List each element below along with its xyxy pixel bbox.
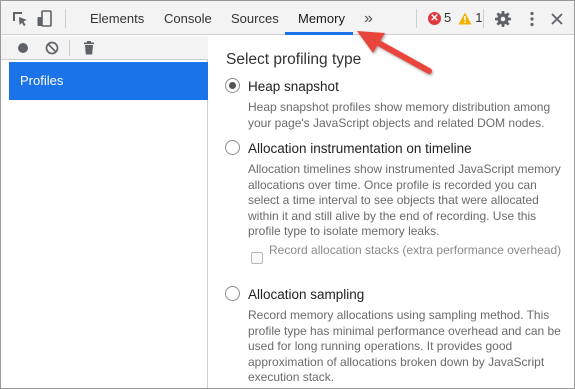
tab-memory[interactable]: Memory bbox=[296, 1, 347, 35]
devtools-tabbar: Elements Console Sources Memory » ✕ 5 1 bbox=[1, 1, 574, 35]
option-label-allocation-instrumentation[interactable]: Allocation instrumentation on timeline bbox=[248, 141, 472, 156]
toolbar-divider bbox=[69, 40, 70, 56]
option-description-allocation-instrumentation: Allocation timelines show instrumented J… bbox=[248, 162, 561, 239]
option-description-allocation-sampling: Record memory allocations using sampling… bbox=[248, 308, 561, 385]
profiling-type-panel: Select profiling type Heap snapshot Heap… bbox=[209, 36, 574, 388]
option-description-heap-snapshot: Heap snapshot profiles show memory distr… bbox=[248, 100, 551, 130]
profiles-sidebar: Profiles bbox=[1, 60, 208, 388]
tab-console[interactable]: Console bbox=[162, 1, 214, 35]
warning-count: 1 bbox=[475, 10, 483, 25]
toolbar-divider bbox=[65, 9, 66, 28]
gear-icon[interactable] bbox=[493, 9, 513, 29]
sidebar-item-label: Profiles bbox=[20, 73, 64, 88]
trash-icon[interactable] bbox=[80, 39, 100, 59]
record-allocation-stacks-checkbox[interactable] bbox=[251, 252, 263, 264]
record-icon[interactable] bbox=[14, 39, 34, 59]
close-icon[interactable] bbox=[547, 9, 567, 29]
toolbar-divider bbox=[483, 9, 484, 28]
radio-heap-snapshot[interactable] bbox=[225, 78, 240, 93]
profiles-toolbar bbox=[1, 36, 208, 60]
cursor-select-icon[interactable] bbox=[10, 9, 30, 29]
tab-sources[interactable]: Sources bbox=[229, 1, 281, 35]
annotation-arrow-icon bbox=[357, 31, 432, 74]
clear-icon[interactable] bbox=[43, 39, 63, 59]
radio-allocation-sampling[interactable] bbox=[225, 286, 240, 301]
warning-icon bbox=[458, 12, 472, 24]
record-allocation-stacks-label[interactable]: Record allocation stacks (extra performa… bbox=[269, 242, 569, 258]
option-label-heap-snapshot[interactable]: Heap snapshot bbox=[248, 79, 339, 94]
option-label-allocation-sampling[interactable]: Allocation sampling bbox=[248, 287, 364, 302]
active-tab-indicator bbox=[285, 32, 353, 35]
sidebar-item-profiles[interactable]: Profiles bbox=[9, 62, 208, 100]
tab-elements[interactable]: Elements bbox=[88, 1, 146, 35]
error-count: 5 bbox=[444, 10, 452, 25]
device-toggle-icon[interactable] bbox=[35, 9, 55, 29]
devtools-window: Elements Console Sources Memory » ✕ 5 1 bbox=[0, 0, 575, 389]
kebab-menu-icon[interactable] bbox=[522, 9, 542, 29]
radio-allocation-instrumentation[interactable] bbox=[225, 140, 240, 155]
page-title: Select profiling type bbox=[226, 51, 362, 68]
